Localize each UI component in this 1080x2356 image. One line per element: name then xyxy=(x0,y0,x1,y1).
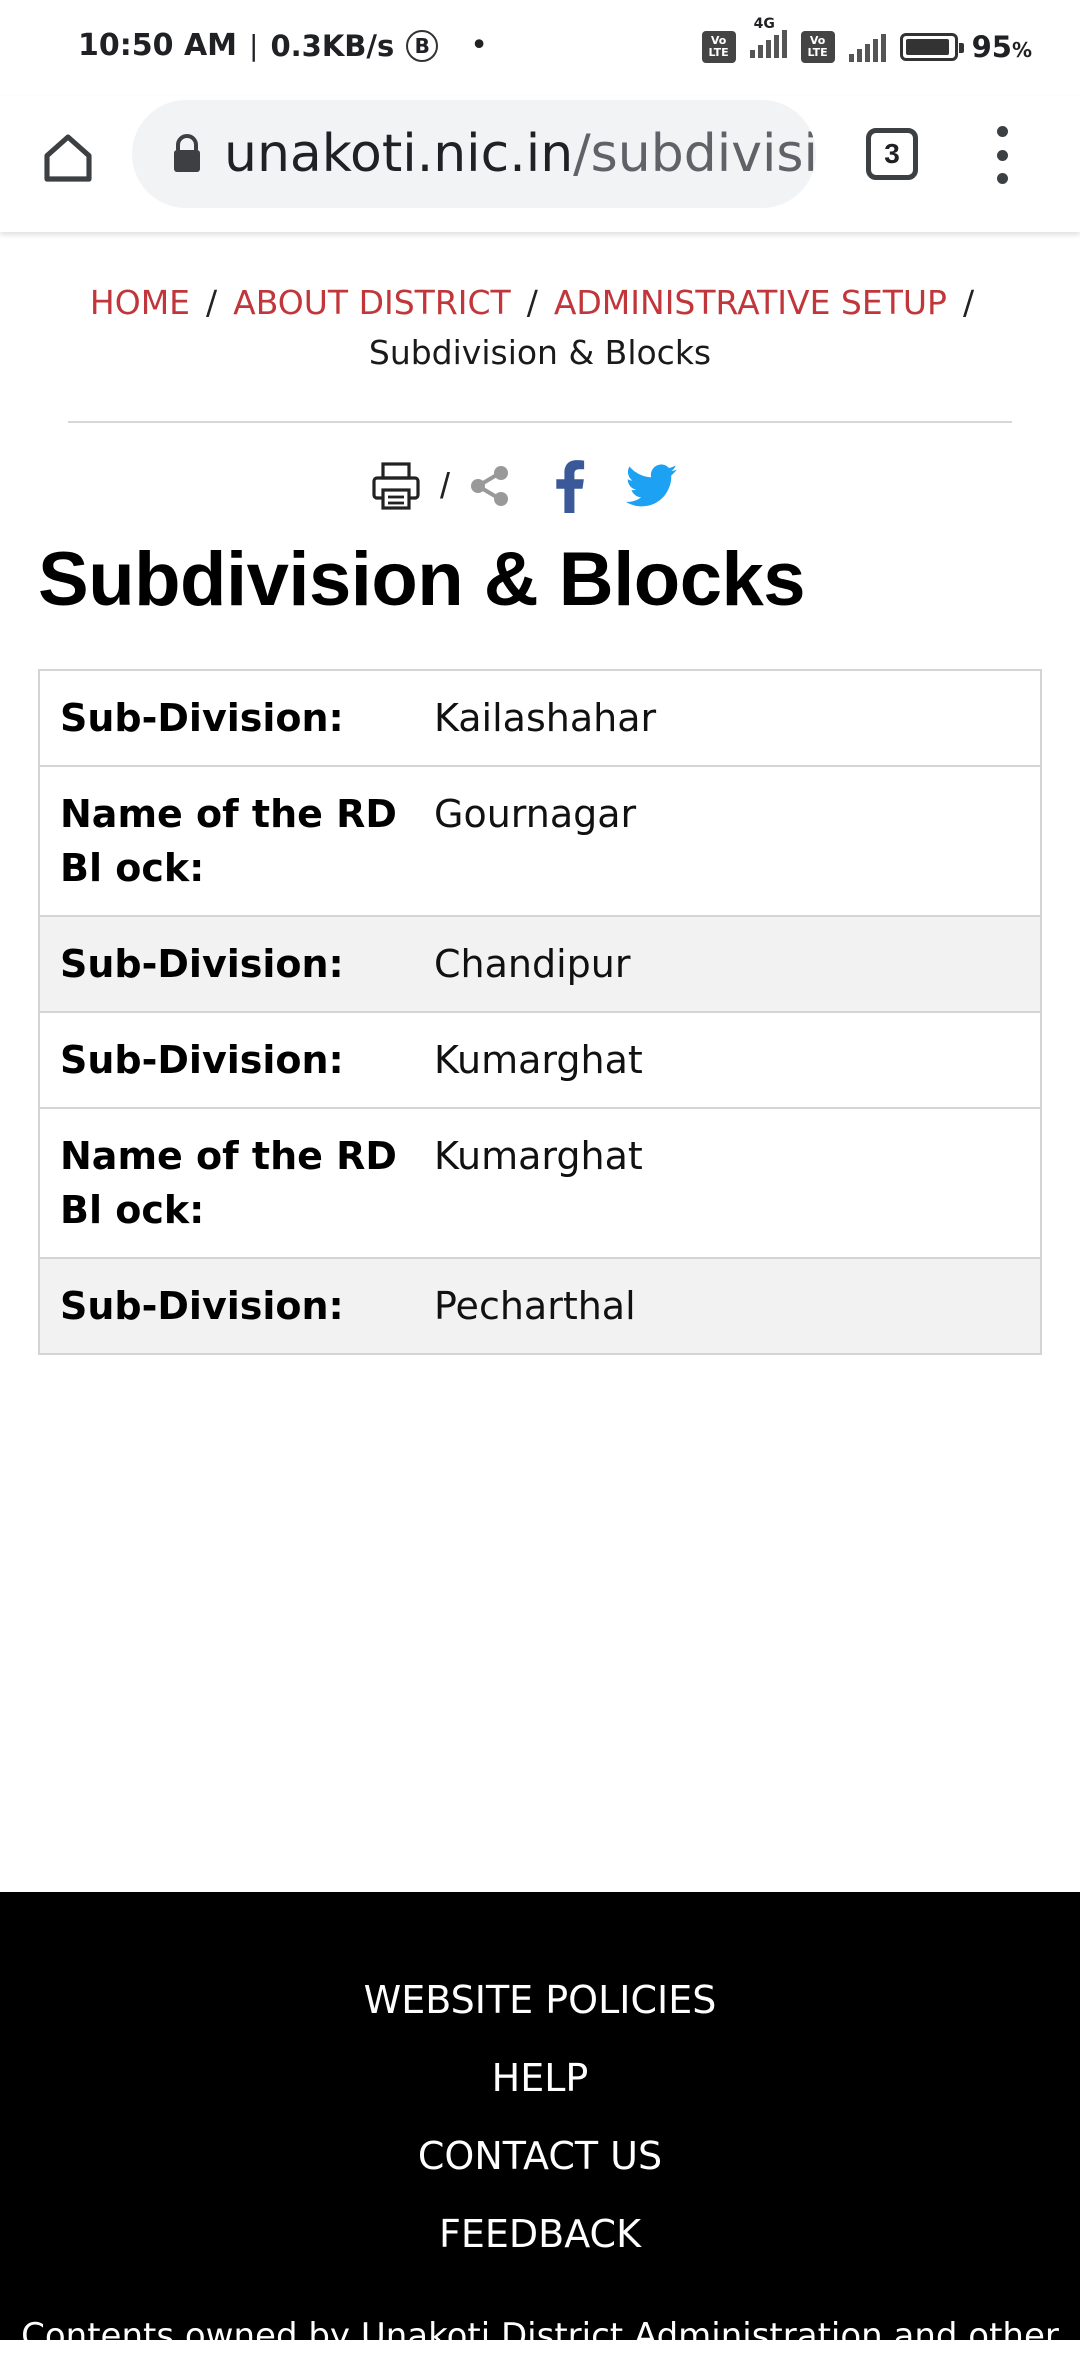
share-icon xyxy=(471,466,509,506)
lock-icon xyxy=(172,131,202,177)
home-icon xyxy=(44,134,92,182)
table-cell-label: Sub-Division: xyxy=(39,915,416,1012)
notification-dot: • xyxy=(470,28,488,63)
breadcrumb-current: Subdivision & Blocks xyxy=(368,333,712,372)
footer-link-contact-us[interactable]: CONTACT US xyxy=(0,2134,1080,2178)
page-title: Subdivision & Blocks xyxy=(38,537,806,622)
share-separator: / xyxy=(440,465,451,506)
battery-percentage: 95% xyxy=(971,29,1032,64)
volte-icon: Vo LTE xyxy=(701,30,736,63)
url-domain: unakoti.nic.in xyxy=(224,124,574,184)
table-row: Sub-Division: Pecharthal xyxy=(39,1257,1041,1354)
table-cell-label: Name of the RD Bl ock: xyxy=(39,1107,416,1258)
footer-link-help[interactable]: HELP xyxy=(0,2056,1080,2100)
network-type-label: 4G xyxy=(753,16,775,32)
url-text: unakoti.nic.in/subdivisi xyxy=(224,124,816,184)
table-cell-value: Chandipur xyxy=(416,915,1041,1012)
status-bar: 10:50 AM | 0.3KB/s B • Vo LTE 4G Vo LTE 95… xyxy=(0,0,1080,96)
table-cell-label: Sub-Division: xyxy=(60,696,344,740)
breadcrumb-separator: / xyxy=(526,283,538,322)
b-badge-icon: B xyxy=(406,29,439,62)
facebook-icon xyxy=(556,460,585,513)
breadcrumb-separator: / xyxy=(962,283,975,322)
subdivision-table: Sub-Division: Kailashahar Name of the RD… xyxy=(38,669,1042,1355)
url-path: /subdivisi xyxy=(573,124,816,184)
breadcrumb: HOME / ABOUT DISTRICT / ADMINISTRATIVE SETUP… xyxy=(40,278,1040,378)
table-cell-value: Kumarghat xyxy=(416,1107,1041,1258)
breadcrumb-divider xyxy=(68,421,1012,423)
browser-toolbar: unakoti.nic.in/subdivisi 3 xyxy=(0,96,1080,232)
twitter-share-button[interactable] xyxy=(626,464,678,508)
facebook-share-button[interactable] xyxy=(552,459,586,513)
print-button[interactable] xyxy=(370,460,422,512)
footer-link-website-policies[interactable]: WEBSITE POLICIES xyxy=(0,1978,1080,2022)
table-row: Sub-Division: Kailashahar xyxy=(39,670,1041,766)
print-icon xyxy=(372,462,420,510)
status-network-speed: 0.3KB/s xyxy=(270,28,395,63)
table-cell-label: Sub-Division: xyxy=(39,1011,416,1108)
breadcrumb-administrative-setup[interactable]: ADMINISTRATIVE SETUP xyxy=(554,283,947,322)
breadcrumb-about-district[interactable]: ABOUT DISTRICT xyxy=(233,283,511,322)
signal-icon xyxy=(848,32,886,62)
signal-4g-icon: 4G xyxy=(749,16,787,65)
breadcrumb-links-line: HOME / ABOUT DISTRICT / ADMINISTRATIVE SETUP… xyxy=(40,278,1040,328)
status-right: Vo LTE 4G Vo LTE 95% xyxy=(701,16,1032,65)
tab-switcher-button[interactable]: 3 xyxy=(866,128,918,180)
footer-ownership-note: Contents owned by Unakoti District Admin… xyxy=(21,2316,1059,2356)
battery-icon xyxy=(899,32,964,61)
table-cell-value: Pecharthal xyxy=(416,1257,1041,1354)
twitter-icon xyxy=(626,464,678,507)
footer-link-feedback[interactable]: FEEDBACK xyxy=(0,2212,1080,2256)
share-button[interactable] xyxy=(468,464,512,508)
status-time: 10:50 AM xyxy=(78,28,238,63)
site-footer: WEBSITE POLICIES HELP CONTACT US FEEDBAC… xyxy=(0,1892,1080,2356)
breadcrumb-home[interactable]: HOME xyxy=(90,283,190,322)
table-cell-value: Gournagar xyxy=(416,765,1041,916)
address-bar[interactable]: unakoti.nic.in/subdivisi xyxy=(132,100,816,208)
table-row: Name of the RD Bl ock: Gournagar xyxy=(39,765,1041,916)
breadcrumb-separator: / xyxy=(206,283,218,322)
table-row: Sub-Division: Chandipur xyxy=(39,915,1041,1012)
table-cell-value: Kailashahar xyxy=(434,696,657,740)
table-cell-value: Kumarghat xyxy=(416,1011,1041,1108)
more-menu-button[interactable] xyxy=(982,126,1022,184)
status-left: 10:50 AM | 0.3KB/s B • xyxy=(78,28,488,63)
home-button[interactable] xyxy=(36,126,100,190)
table-row: Name of the RD Bl ock: Kumarghat xyxy=(39,1107,1041,1258)
table-cell-label: Sub-Division: xyxy=(39,1257,416,1354)
table-cell-label: Name of the RD Bl ock: xyxy=(39,765,416,916)
volte-icon-2: Vo LTE xyxy=(800,30,835,63)
table-row: Sub-Division: Kumarghat xyxy=(39,1011,1041,1108)
share-toolbar: / xyxy=(370,456,710,516)
